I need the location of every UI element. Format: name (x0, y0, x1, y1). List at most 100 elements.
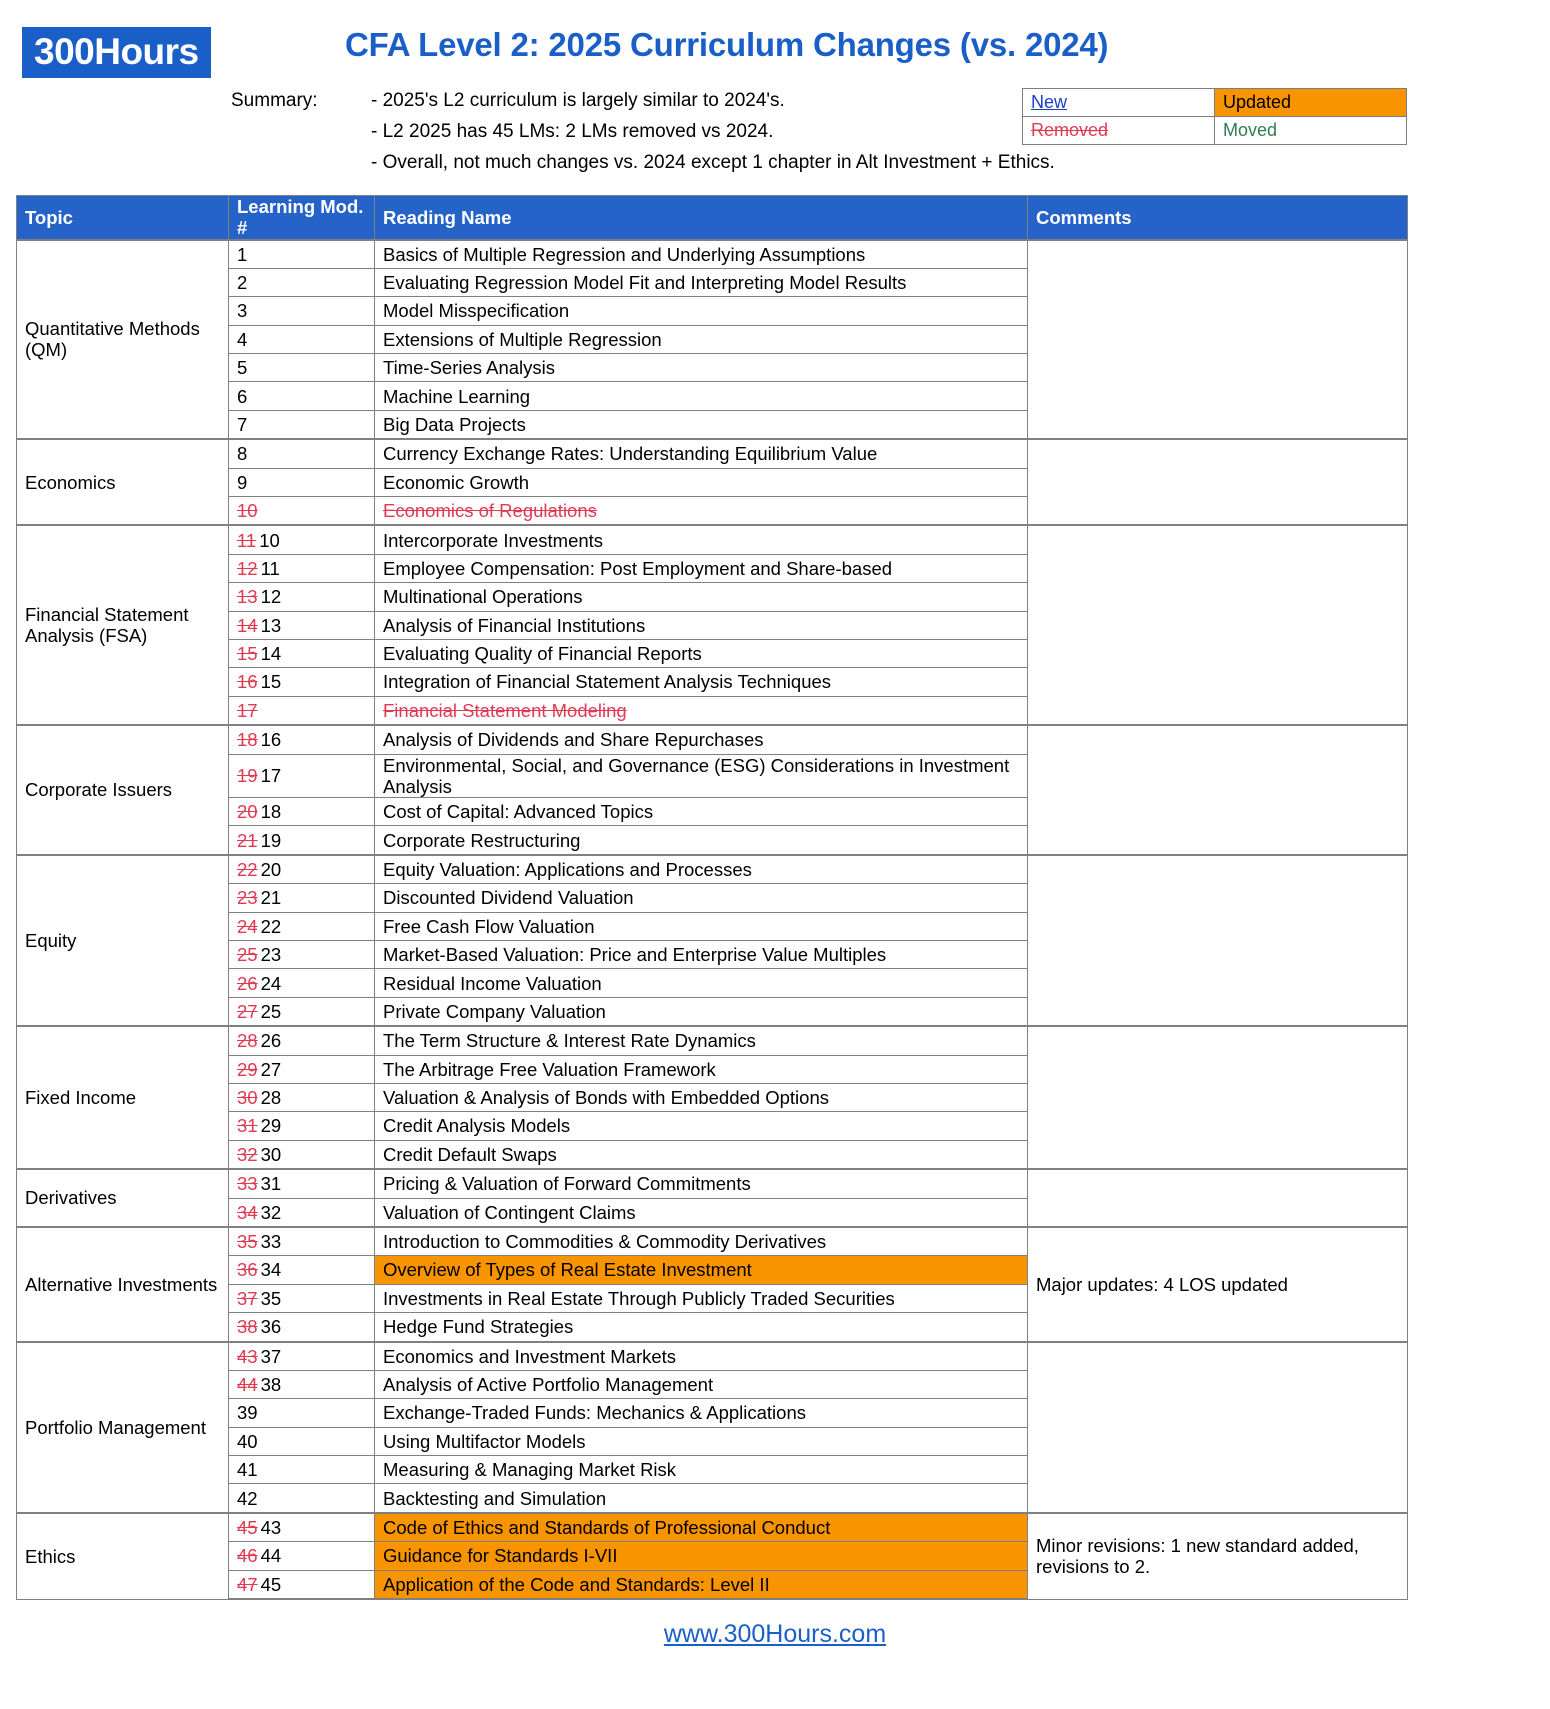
table-row: Corporate Issuers1816Analysis of Dividen… (17, 725, 1408, 754)
summary-list: - 2025's L2 curriculum is largely simila… (371, 90, 1055, 183)
reading-name-cell: Overview of Types of Real Estate Investm… (375, 1256, 1028, 1284)
old-module-number: 46 (237, 1545, 258, 1566)
old-module-number: 31 (237, 1115, 258, 1136)
legend-label-new: New (1031, 92, 1067, 112)
reading-name-cell: Free Cash Flow Valuation (375, 912, 1028, 940)
summary-line: - Overall, not much changes vs. 2024 exc… (371, 152, 1055, 174)
comments-cell (1028, 1026, 1408, 1169)
old-module-number: 28 (237, 1030, 258, 1051)
learning-module-cell: 41 (229, 1456, 375, 1484)
old-module-number: 12 (237, 558, 258, 579)
reading-name-cell: Pricing & Valuation of Forward Commitmen… (375, 1169, 1028, 1198)
reading-name-cell: Code of Ethics and Standards of Professi… (375, 1513, 1028, 1542)
reading-name-cell: Big Data Projects (375, 410, 1028, 439)
website-link[interactable]: www.300Hours.com (664, 1620, 886, 1648)
removed-reading-name: Financial Statement Modeling (383, 700, 627, 721)
learning-module-cell: 1615 (229, 668, 375, 696)
old-module-number: 11 (237, 530, 256, 551)
topic-cell: Derivatives (17, 1169, 229, 1227)
curriculum-table: Topic Learning Mod. # Reading Name Comme… (16, 195, 1408, 1600)
learning-module-cell: 2927 (229, 1055, 375, 1083)
column-header-reading: Reading Name (375, 196, 1028, 240)
page-footer: www.300Hours.com (0, 1620, 1550, 1649)
old-module-number: 27 (237, 1001, 258, 1022)
reading-name-cell: Employee Compensation: Post Employment a… (375, 554, 1028, 582)
learning-module-cell: 1312 (229, 583, 375, 611)
learning-module-cell: 3533 (229, 1227, 375, 1256)
comments-cell: Major updates: 4 LOS updated (1028, 1227, 1408, 1342)
reading-name-cell: Exchange-Traded Funds: Mechanics & Appli… (375, 1399, 1028, 1427)
reading-name-cell: The Arbitrage Free Valuation Framework (375, 1055, 1028, 1083)
legend-cell-moved: Moved (1215, 117, 1407, 145)
comments-cell (1028, 855, 1408, 1026)
reading-name-cell: Cost of Capital: Advanced Topics (375, 798, 1028, 826)
legend-label-removed: Removed (1031, 120, 1108, 140)
old-module-number: 34 (237, 1202, 258, 1223)
topic-cell: Equity (17, 855, 229, 1026)
old-module-number: 30 (237, 1087, 258, 1108)
topic-cell: Fixed Income (17, 1026, 229, 1169)
learning-module-cell: 3331 (229, 1169, 375, 1198)
learning-module-cell: 40 (229, 1427, 375, 1455)
legend-table: New Updated Removed Moved (1022, 88, 1407, 145)
reading-name-cell: The Term Structure & Interest Rate Dynam… (375, 1026, 1028, 1055)
old-module-number: 47 (237, 1574, 258, 1595)
reading-name-cell: Private Company Valuation (375, 997, 1028, 1026)
learning-module-cell: 2523 (229, 941, 375, 969)
old-module-number: 10 (237, 500, 258, 521)
legend-cell-new: New (1023, 89, 1215, 117)
learning-module-cell: 2826 (229, 1026, 375, 1055)
reading-name-cell: Analysis of Financial Institutions (375, 611, 1028, 639)
learning-module-cell: 1110 (229, 525, 375, 554)
learning-module-cell: 4 (229, 325, 375, 353)
learning-module-cell: 3129 (229, 1112, 375, 1140)
old-module-number: 16 (237, 671, 258, 692)
column-header-comments: Comments (1028, 196, 1408, 240)
table-row: Financial Statement Analysis (FSA)1110In… (17, 525, 1408, 554)
old-module-number: 14 (237, 615, 258, 636)
topic-cell: Portfolio Management (17, 1342, 229, 1513)
old-module-number: 38 (237, 1316, 258, 1337)
comments-cell (1028, 439, 1408, 525)
reading-name-cell: Evaluating Quality of Financial Reports (375, 640, 1028, 668)
legend-row: Removed Moved (1023, 117, 1407, 145)
page-root: 300Hours CFA Level 2: 2025 Curriculum Ch… (0, 0, 1550, 1709)
reading-name-cell: Valuation of Contingent Claims (375, 1198, 1028, 1227)
reading-name-cell: Hedge Fund Strategies (375, 1313, 1028, 1342)
old-module-number: 13 (237, 586, 258, 607)
legend-label-moved: Moved (1223, 120, 1277, 140)
old-module-number: 37 (237, 1288, 258, 1309)
learning-module-cell: 7 (229, 410, 375, 439)
table-row: Equity2220Equity Valuation: Applications… (17, 855, 1408, 884)
topic-cell: Quantitative Methods (QM) (17, 240, 229, 440)
learning-module-cell: 2725 (229, 997, 375, 1026)
reading-name-cell: Multinational Operations (375, 583, 1028, 611)
old-module-number: 17 (237, 700, 258, 721)
reading-name-cell: Intercorporate Investments (375, 525, 1028, 554)
curriculum-table-wrap: Topic Learning Mod. # Reading Name Comme… (16, 195, 1407, 1600)
learning-module-cell: 3230 (229, 1140, 375, 1169)
table-row: Economics8Currency Exchange Rates: Under… (17, 439, 1408, 468)
reading-name-cell: Economics of Regulations (375, 497, 1028, 526)
reading-name-cell: Analysis of Active Portfolio Management (375, 1370, 1028, 1398)
old-module-number: 18 (237, 729, 258, 750)
learning-module-cell: 1413 (229, 611, 375, 639)
old-module-number: 26 (237, 973, 258, 994)
table-body: Quantitative Methods (QM)1Basics of Mult… (17, 240, 1408, 1600)
learning-module-cell: 9 (229, 468, 375, 496)
reading-name-cell: Credit Analysis Models (375, 1112, 1028, 1140)
page-header: 300Hours CFA Level 2: 2025 Curriculum Ch… (0, 0, 1550, 190)
topic-cell: Corporate Issuers (17, 725, 229, 855)
table-row: Quantitative Methods (QM)1Basics of Mult… (17, 240, 1408, 269)
old-module-number: 19 (237, 765, 258, 786)
summary-line: - 2025's L2 curriculum is largely simila… (371, 90, 1055, 112)
old-module-number: 44 (237, 1374, 258, 1395)
old-module-number: 43 (237, 1346, 258, 1367)
learning-module-cell: 2321 (229, 884, 375, 912)
reading-name-cell: Market-Based Valuation: Price and Enterp… (375, 941, 1028, 969)
reading-name-cell: Valuation & Analysis of Bonds with Embed… (375, 1084, 1028, 1112)
reading-name-cell: Discounted Dividend Valuation (375, 884, 1028, 912)
old-module-number: 35 (237, 1231, 258, 1252)
old-module-number: 24 (237, 916, 258, 937)
table-row: Ethics4543Code of Ethics and Standards o… (17, 1513, 1408, 1542)
